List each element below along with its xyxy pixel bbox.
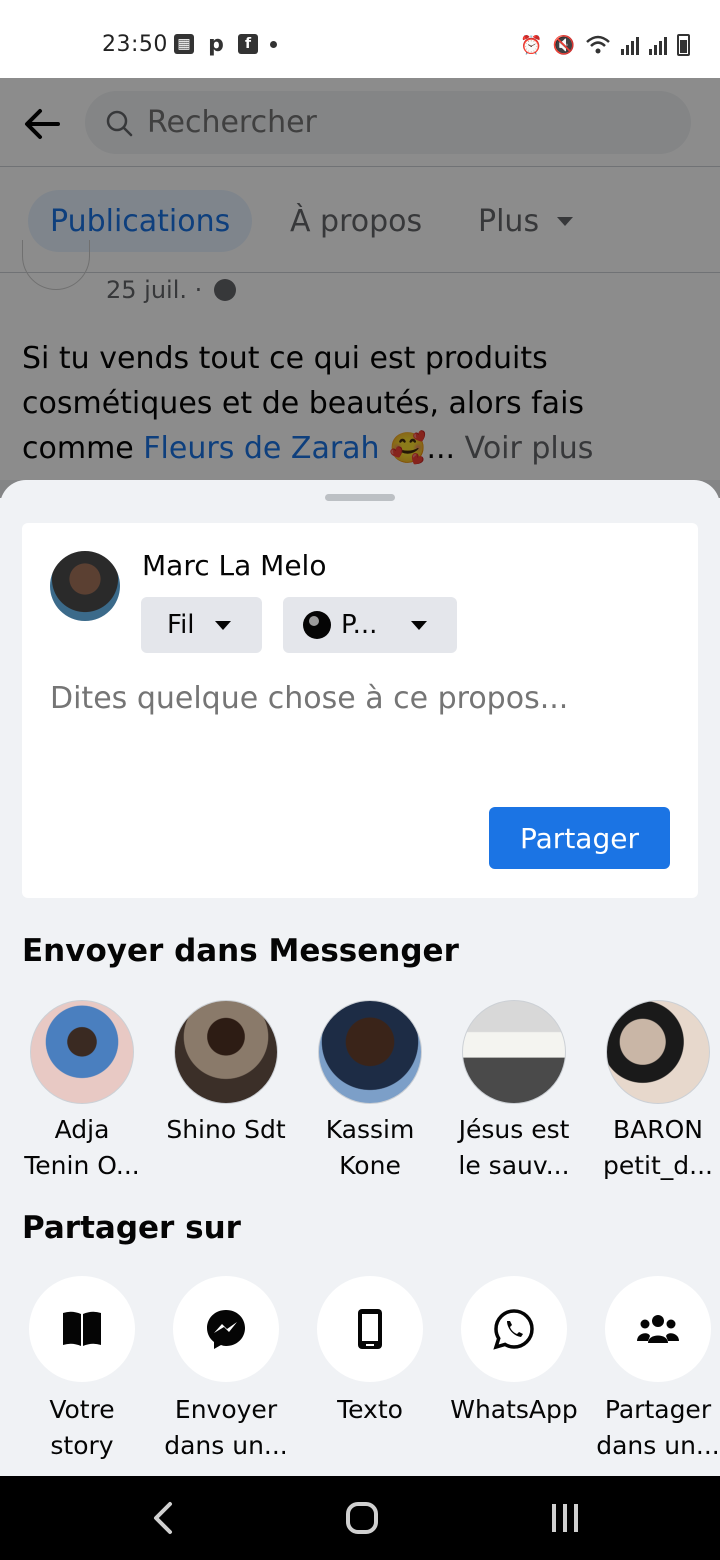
target-label-line2: dans un... <box>596 1431 720 1460</box>
contact-name-line1: Kassim <box>325 1115 415 1144</box>
target-circle <box>461 1276 567 1382</box>
contact-name-line1: Adja <box>54 1115 110 1144</box>
wifi-icon <box>586 35 610 54</box>
messenger-section-title: Envoyer dans Messenger <box>22 933 459 969</box>
contact-name: Shino Sdt <box>154 1112 298 1148</box>
target-label-line1: Votre <box>49 1395 115 1424</box>
phone-icon <box>358 1309 382 1349</box>
system-icons: ⏰ 🔇 <box>520 34 690 56</box>
pinterest-icon: p <box>208 31 224 57</box>
target-circle <box>605 1276 711 1382</box>
dim-overlay[interactable] <box>0 78 720 498</box>
target-label-line1: WhatsApp <box>450 1395 578 1424</box>
contact-item[interactable]: Shino Sdt <box>154 1000 298 1148</box>
nav-recents-icon[interactable] <box>552 1504 578 1532</box>
share-on-section-title: Partager sur <box>22 1210 241 1246</box>
audience-feed-dropdown[interactable]: Fil <box>141 597 262 653</box>
contact-name-line1: Shino Sdt <box>166 1115 286 1144</box>
whatsapp-icon <box>493 1309 534 1350</box>
group-icon <box>637 1315 679 1343</box>
contact-name: Jésus est le sauv... <box>442 1112 586 1184</box>
contact-name: BARON petit_d... <box>586 1112 720 1184</box>
target-label: Partager dans un... <box>586 1392 720 1464</box>
book-icon <box>63 1311 101 1346</box>
contact-name-line2: le sauv... <box>458 1151 570 1180</box>
audience-feed-label: Fil <box>167 610 195 640</box>
contact-name: Adja Tenin O... <box>10 1112 154 1184</box>
target-circle <box>29 1276 135 1382</box>
contact-name: Kassim Kone <box>298 1112 442 1184</box>
avatar <box>318 1000 422 1104</box>
chevron-down-icon <box>411 620 428 630</box>
avatar <box>606 1000 710 1104</box>
share-targets: Votre story Envoyer dans un... Texto Wha… <box>0 1276 720 1476</box>
contact-item[interactable]: Adja Tenin O... <box>10 1000 154 1184</box>
contact-item[interactable]: BARON petit_d... <box>586 1000 720 1184</box>
system-nav-bar <box>0 1476 720 1560</box>
alarm-icon: ⏰ <box>520 34 543 56</box>
nav-home-icon[interactable] <box>346 1502 378 1534</box>
target-label-line2: dans un... <box>164 1431 288 1460</box>
notification-icons: ▦ p f <box>174 31 277 57</box>
target-label-line1: Texto <box>337 1395 403 1424</box>
status-bar: 23:50 ▦ p f ⏰ 🔇 <box>0 0 720 78</box>
nav-back-icon[interactable] <box>148 1500 178 1536</box>
avatar <box>50 551 120 621</box>
avatar <box>462 1000 566 1104</box>
target-label: Texto <box>298 1392 442 1428</box>
contact-name-line2: Kone <box>339 1151 401 1180</box>
messenger-icon <box>207 1310 245 1349</box>
share-target-whatsapp[interactable]: WhatsApp <box>442 1276 586 1428</box>
avatar <box>30 1000 134 1104</box>
target-circle <box>317 1276 423 1382</box>
user-name: Marc La Melo <box>142 549 327 582</box>
target-circle <box>173 1276 279 1382</box>
globe-icon <box>303 611 331 639</box>
share-target-messenger[interactable]: Envoyer dans un... <box>154 1276 298 1464</box>
share-text-input[interactable] <box>50 681 670 716</box>
contact-name-line1: BARON <box>612 1115 703 1144</box>
contact-name-line2: Tenin O... <box>24 1151 140 1180</box>
target-label: WhatsApp <box>442 1392 586 1428</box>
mute-icon: 🔇 <box>552 34 575 56</box>
facebook-icon: f <box>238 34 258 54</box>
contact-item[interactable]: Kassim Kone <box>298 1000 442 1184</box>
share-target-group[interactable]: Partager dans un... <box>586 1276 720 1464</box>
contact-name-line2: petit_d... <box>602 1151 713 1180</box>
gallery-icon: ▦ <box>174 34 194 54</box>
drag-handle[interactable] <box>325 494 395 501</box>
share-sheet: Marc La Melo Fil P... Partager Envoyer d… <box>0 480 720 1476</box>
target-label: Envoyer dans un... <box>154 1392 298 1464</box>
privacy-label: P... <box>341 610 378 640</box>
dot-icon <box>270 40 277 48</box>
share-target-text[interactable]: Texto <box>298 1276 442 1428</box>
signal-icon <box>649 35 667 55</box>
target-label-line1: Partager <box>604 1395 712 1424</box>
messenger-contacts: Adja Tenin O... Shino Sdt Kassim Kone Jésu… <box>0 1000 720 1190</box>
share-target-story[interactable]: Votre story <box>10 1276 154 1464</box>
privacy-dropdown[interactable]: P... <box>283 597 457 653</box>
target-label: Votre story <box>10 1392 154 1464</box>
contact-item[interactable]: Jésus est le sauv... <box>442 1000 586 1184</box>
status-time: 23:50 <box>102 32 168 57</box>
contact-name-line1: Jésus est <box>458 1115 570 1144</box>
signal-icon <box>621 35 639 55</box>
share-now-button[interactable]: Partager <box>489 807 670 869</box>
avatar <box>174 1000 278 1104</box>
chevron-down-icon <box>214 620 231 630</box>
share-composer: Marc La Melo Fil P... Partager <box>22 523 698 898</box>
battery-icon <box>677 34 690 56</box>
target-label-line1: Envoyer <box>174 1395 278 1424</box>
target-label-line2: story <box>50 1431 114 1460</box>
